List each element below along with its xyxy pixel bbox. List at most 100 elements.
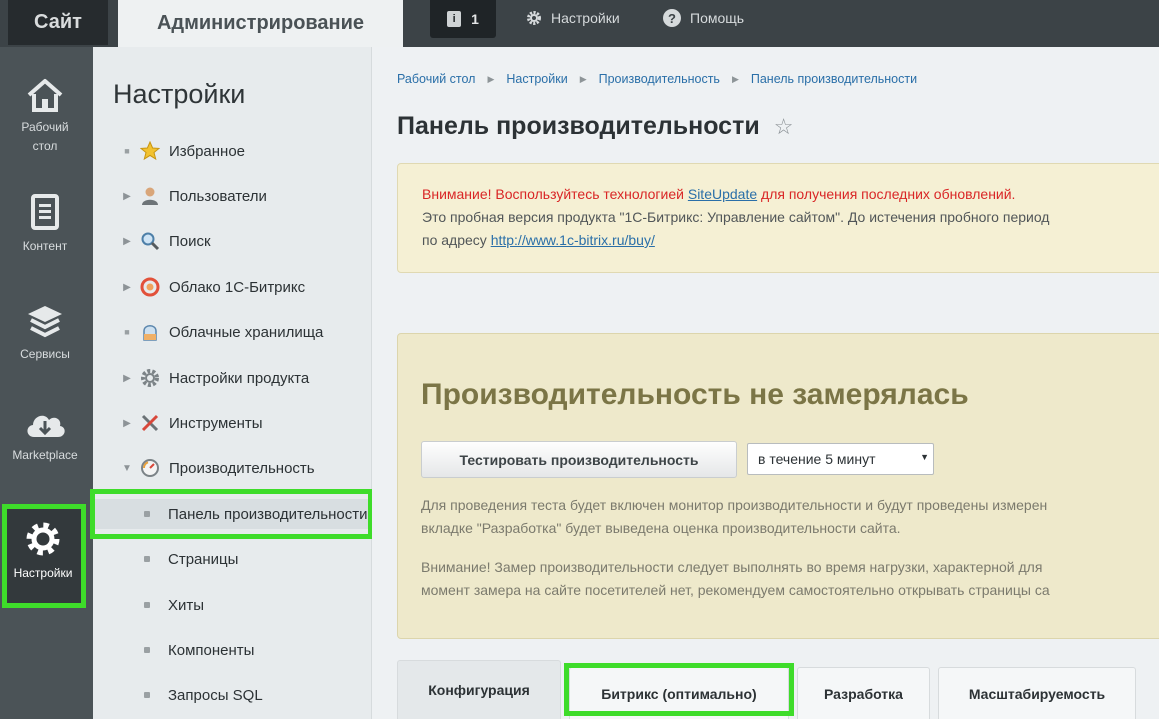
siteupdate-link[interactable]: SiteUpdate (688, 186, 757, 202)
buy-address: по адресу http://www.1c-bitrix.ru/buy/ (422, 232, 655, 248)
nav-content-label: Контент (22, 239, 68, 253)
admin-tab[interactable]: Администрирование (118, 0, 403, 47)
nav-services[interactable]: Сервисы (0, 303, 90, 364)
bullet-icon (144, 602, 150, 608)
submenu-item-label: Страницы (168, 550, 239, 568)
info-icon: i (447, 11, 462, 27)
star-icon (139, 141, 161, 161)
breadcrumb-item[interactable]: Рабочий стол (397, 72, 475, 86)
menu-item-cloud-storage[interactable]: ■ Облачные хранилища (93, 317, 371, 347)
highlight-frame-tab (564, 663, 794, 716)
notifications-count: 1 (471, 11, 479, 27)
menu-item-favorites[interactable]: ■ Избранное (93, 136, 371, 166)
performance-panel: Производительность не замерялась Тестиро… (397, 333, 1159, 639)
submenu-item-label: Запросы SQL (168, 686, 263, 704)
expand-arrow-icon: ▶ (123, 235, 131, 247)
page-title: Панель производительности ☆ (397, 112, 793, 141)
site-tab[interactable]: Сайт (8, 0, 108, 45)
info-text-line: вкладке "Разработка" будет выведена оцен… (421, 520, 901, 536)
menu-title: Настройки (113, 79, 246, 109)
menu-item-label: Пользователи (169, 187, 267, 205)
breadcrumb-separator-icon: ▶ (579, 73, 587, 84)
update-warning-suffix: для получения последних обновлений. (757, 186, 1016, 202)
warning-text-line: момент замера на сайте посетителей нет, … (421, 582, 1050, 598)
menu-item-label: Инструменты (169, 414, 263, 432)
storage-icon (139, 322, 161, 342)
help-icon: ? (663, 9, 681, 27)
expand-arrow-icon: ▶ (123, 281, 131, 293)
menu-item-label: Облачные хранилища (169, 323, 324, 341)
speedometer-icon (139, 458, 161, 478)
magnifier-icon (139, 231, 161, 251)
breadcrumb-item[interactable]: Производительность (599, 72, 720, 86)
bullet-icon: ■ (124, 146, 130, 156)
cloud-download-icon (27, 415, 65, 437)
nav-marketplace[interactable]: Marketplace (0, 408, 90, 465)
breadcrumb-item[interactable]: Настройки (506, 72, 567, 86)
breadcrumb-separator-icon: ▶ (731, 73, 739, 84)
submenu-item-label: Хиты (168, 596, 205, 614)
settings-menu: Настройки ■ Избранное ▶ Пользователи ▶ П… (93, 47, 372, 719)
top-bar: Сайт Администрирование i 1 Настройки ? П… (0, 0, 1159, 47)
page-title-text: Панель производительности (397, 112, 760, 140)
tab-development[interactable]: Разработка (797, 667, 930, 719)
update-warning: Внимание! Воспользуйтесь технологией Sit… (422, 186, 1015, 202)
help-link-label: Помощь (690, 10, 745, 26)
menu-item-search[interactable]: ▶ Поиск (93, 226, 371, 256)
main-content: Рабочий стол ▶ Настройки ▶ Производитель… (372, 47, 1159, 719)
expand-arrow-icon: ▶ (123, 417, 131, 429)
breadcrumb-separator-icon: ▶ (487, 73, 495, 84)
breadcrumb: Рабочий стол ▶ Настройки ▶ Производитель… (397, 72, 917, 86)
tab-configuration[interactable]: Конфигурация (397, 660, 561, 719)
bullet-icon (144, 556, 150, 562)
bullet-icon (144, 647, 150, 653)
duration-select-value: в течение 5 минут (758, 451, 876, 467)
submenu-item-components[interactable]: Компоненты (93, 635, 371, 665)
gear-icon (26, 522, 60, 556)
menu-item-users[interactable]: ▶ Пользователи (93, 181, 371, 211)
gear-icon (527, 11, 541, 25)
nav-desktop-label-1: Рабочий (21, 120, 69, 134)
warning-text-line: Внимание! Замер производительности следу… (421, 559, 1043, 575)
bullet-icon (144, 692, 150, 698)
buy-address-prefix: по адресу (422, 232, 491, 248)
dropdown-arrow-icon: ▼ (920, 452, 929, 462)
expand-arrow-icon: ▶ (123, 372, 131, 384)
breadcrumb-item[interactable]: Панель производительности (751, 72, 917, 86)
menu-item-label: Поиск (169, 232, 211, 250)
menu-item-label: Настройки продукта (169, 369, 310, 387)
update-alert: Внимание! Воспользуйтесь технологией Sit… (397, 163, 1159, 273)
settings-link[interactable]: Настройки (526, 0, 620, 36)
submenu-item-hits[interactable]: Хиты (93, 590, 371, 620)
nav-marketplace-label: Marketplace (12, 448, 78, 462)
menu-item-performance[interactable]: ▼ Производительность (93, 453, 371, 483)
nav-content[interactable]: Контент (0, 193, 90, 256)
expand-arrow-icon: ▶ (123, 190, 131, 202)
info-text-line: Для проведения теста будет включен монит… (421, 497, 1048, 513)
submenu-item-label: Компоненты (168, 641, 255, 659)
buy-link[interactable]: http://www.1c-bitrix.ru/buy/ (491, 232, 655, 248)
trial-text: Это пробная версия продукта "1С-Битрикс:… (422, 209, 1050, 225)
test-performance-button[interactable]: Тестировать производительность (421, 441, 737, 478)
menu-item-label: Избранное (169, 142, 246, 160)
notifications-button[interactable]: i 1 (430, 0, 496, 38)
duration-select[interactable]: в течение 5 минут ▼ (747, 443, 934, 475)
collapse-arrow-icon: ▼ (122, 462, 132, 474)
menu-item-tools[interactable]: ▶ Инструменты (93, 408, 371, 438)
help-link[interactable]: ? Помощь (663, 0, 744, 36)
nav-settings-content[interactable]: Настройки (0, 520, 88, 583)
settings-link-label: Настройки (551, 10, 620, 26)
cog-icon (139, 368, 161, 388)
submenu-item-pages[interactable]: Страницы (93, 544, 371, 574)
favorite-star-icon[interactable]: ☆ (774, 114, 794, 140)
menu-item-bitrix-cloud[interactable]: ▶ Облако 1С-Битрикс (93, 272, 371, 302)
submenu-item-sql-queries[interactable]: Запросы SQL (93, 680, 371, 710)
tab-scalability[interactable]: Масштабируемость (938, 667, 1136, 719)
nav-desktop[interactable]: Рабочий стол (0, 78, 90, 156)
cloud-icon (139, 277, 161, 297)
layers-icon (28, 306, 62, 338)
menu-item-product-settings[interactable]: ▶ Настройки продукта (93, 363, 371, 393)
menu-item-label: Производительность (169, 459, 315, 477)
tools-icon (139, 413, 161, 433)
update-warning-prefix: Внимание! Воспользуйтесь технологией (422, 186, 688, 202)
